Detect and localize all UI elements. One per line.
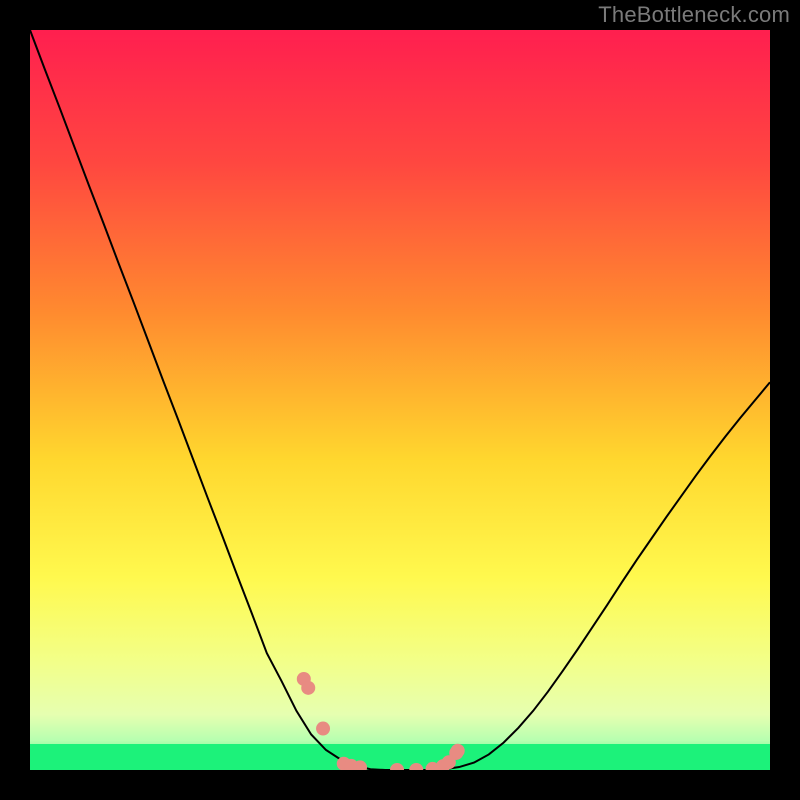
outer-frame: TheBottleneck.com: [0, 0, 800, 800]
data-point: [316, 722, 330, 736]
chart-svg: [30, 30, 770, 770]
data-point: [301, 681, 315, 695]
watermark-text: TheBottleneck.com: [598, 2, 790, 28]
data-point: [451, 744, 465, 758]
gradient-background: [30, 30, 770, 770]
chart-plot: [30, 30, 770, 770]
